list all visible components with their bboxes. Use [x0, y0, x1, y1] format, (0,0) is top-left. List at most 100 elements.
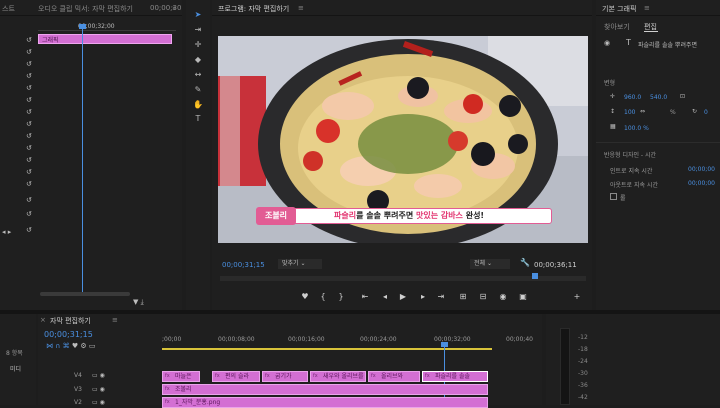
meter-label: -42 — [578, 394, 588, 401]
program-header-divider — [212, 15, 592, 16]
rotation-value[interactable]: 0 — [704, 109, 708, 116]
track-v4-label[interactable]: V4 — [74, 372, 82, 379]
track-select-tool-icon[interactable]: ⇥ — [192, 25, 204, 35]
tab-partial[interactable]: 스트 — [2, 4, 15, 14]
reset-icon[interactable]: ↺ — [26, 196, 32, 204]
subtitle-part: 맛있는 감바스 — [415, 211, 463, 220]
quality-dropdown[interactable]: 전체 ⌄ — [470, 259, 510, 269]
ruler-label: 00;00;40 — [506, 336, 533, 343]
transport-icons[interactable]: ◂ ▸ — [2, 228, 11, 236]
position-icon: ✛ — [610, 93, 616, 100]
reset-icon[interactable]: ↺ — [26, 96, 32, 104]
project-items-count: 8 항목 — [6, 350, 23, 357]
reset-icon[interactable]: ↺ — [26, 108, 32, 116]
reset-icon[interactable]: ↺ — [26, 210, 32, 218]
clip-v4[interactable]: 마늘은 — [162, 371, 200, 382]
program-monitor-tab[interactable]: 프로그램: 자막 편집하기 — [218, 4, 289, 14]
current-timecode[interactable]: 00;00;31;15 — [222, 261, 265, 269]
track-v3-label[interactable]: V3 — [74, 386, 82, 393]
timeline-menu-icon[interactable]: ≡ — [112, 316, 118, 324]
clip-v4-selected[interactable]: 파슬리를 솔솔 — [422, 371, 488, 382]
selection-tool-icon[interactable]: ➤ — [192, 10, 204, 20]
reset-icon[interactable]: ↺ — [26, 84, 32, 92]
insert-icon[interactable]: ⊞ — [456, 292, 470, 301]
wrench-icon[interactable]: 🔧 — [520, 258, 530, 267]
left-scrollbar[interactable] — [40, 292, 130, 296]
filter-icon[interactable]: ▼ ⤓ — [133, 298, 144, 307]
clip-v4[interactable]: 편의 슬라 — [212, 371, 260, 382]
ripple-edit-tool-icon[interactable]: ✛ — [192, 40, 204, 50]
hand-tool-icon[interactable]: ✋ — [192, 100, 204, 110]
outro-duration-value[interactable]: 00;00;00 — [688, 180, 715, 187]
left-playhead-head — [79, 24, 86, 29]
overwrite-icon[interactable]: ⊟ — [476, 292, 490, 301]
type-tool-icon[interactable]: T — [192, 114, 204, 124]
position-y[interactable]: 540.0 — [650, 94, 667, 101]
go-to-in-icon[interactable]: ⇤ — [358, 292, 372, 301]
clip-v2[interactable]: 1_자막_분홍.png — [162, 397, 488, 408]
reset-icon[interactable]: ↺ — [26, 120, 32, 128]
reset-icon[interactable]: ↺ — [26, 180, 32, 188]
meter-label: -36 — [578, 382, 588, 389]
add-button-icon[interactable]: + — [570, 292, 584, 301]
subtitle-tag[interactable]: 조볼리 — [256, 207, 296, 225]
clip-v3[interactable]: 조볼리 — [162, 384, 488, 395]
reset-icon[interactable]: ↺ — [26, 156, 32, 164]
reset-icon[interactable]: ↺ — [26, 132, 32, 140]
close-icon[interactable]: × — [40, 316, 46, 324]
graphic-clip-bar[interactable]: 그래픽 — [38, 34, 172, 44]
intro-duration-value[interactable]: 00;00;00 — [688, 166, 715, 173]
track-v3-controls[interactable]: ▭ ◉ — [92, 386, 105, 393]
panel-menu-icon[interactable]: ≡ — [644, 4, 650, 12]
reset-icon[interactable]: ↺ — [26, 72, 32, 80]
clip-v4[interactable]: 새우와 올리브를 — [310, 371, 366, 382]
reset-icon[interactable]: ↺ — [26, 168, 32, 176]
video-frame[interactable]: 조볼리 파슬리를 솔솔 뿌려주면 맛있는 감바스 완성! — [218, 36, 588, 243]
work-area-bar[interactable] — [162, 348, 492, 350]
scale-lock-icon[interactable]: ⇔ — [640, 108, 645, 115]
export-frame-icon[interactable]: ◉ — [496, 292, 510, 301]
tab-audio-clip-mixer[interactable]: 오디오 클립 믹서: 자막 편집하기 — [38, 4, 133, 14]
go-to-out-icon[interactable]: ⇥ — [434, 292, 448, 301]
roll-checkbox[interactable] — [610, 193, 617, 200]
reset-icon[interactable]: ↺ — [26, 226, 32, 234]
step-back-icon[interactable]: ◂ — [378, 292, 392, 301]
tab-browse[interactable]: 찾아보기 — [604, 22, 630, 32]
position-x[interactable]: 960.0 — [624, 94, 641, 101]
slip-tool-icon[interactable]: ↔ — [192, 70, 204, 80]
scale-unit: % — [670, 109, 676, 116]
program-menu-icon[interactable]: ≡ — [298, 4, 304, 12]
timeline-tab[interactable]: 자막 편집하기 — [50, 316, 91, 326]
pen-tool-icon[interactable]: ✎ — [192, 85, 204, 95]
timeline-timecode[interactable]: 00;00;31;15 — [44, 330, 93, 339]
opacity-value[interactable]: 100.0 % — [624, 125, 649, 132]
step-forward-icon[interactable]: ▸ — [416, 292, 430, 301]
scrubber-playhead[interactable] — [532, 273, 538, 279]
timeline-panel: × 자막 편집하기 ≡ 00;00;31;15 ⋈ ∩ ⌘ ♥ ⚙ ▭ ;00;… — [38, 314, 542, 408]
mark-out-icon[interactable]: } — [334, 292, 348, 301]
camera-icon[interactable]: ▣ — [516, 292, 530, 301]
ruler-label: 00;00;32;00 — [434, 336, 471, 343]
clip-v4[interactable]: 올리브와 — [368, 371, 420, 382]
track-v4-controls[interactable]: ▭ ◉ — [92, 372, 105, 379]
outro-duration-label: 아웃트로 지속 시간 — [610, 182, 658, 189]
essential-graphics-tab[interactable]: 기본 그래픽 — [602, 4, 636, 14]
clip-v4[interactable]: 굽기가 — [262, 371, 308, 382]
subtitle-part: 를 솔솔 뿌려주면 — [356, 211, 416, 220]
reset-icon[interactable]: ↺ — [26, 60, 32, 68]
play-icon[interactable]: ▶ — [396, 292, 410, 301]
panel-expand-icon[interactable]: » — [172, 4, 176, 12]
layer-name[interactable]: 파슬리를 솔솔 뿌려주면 — [638, 40, 697, 49]
reset-icon[interactable]: ↺ — [26, 48, 32, 56]
timeline-tool-icons[interactable]: ⋈ ∩ ⌘ ♥ ⚙ ▭ — [46, 342, 95, 350]
reset-icon[interactable]: ↺ — [26, 144, 32, 152]
timeline-playhead-head[interactable] — [441, 342, 448, 347]
graphics-header-divider — [596, 15, 720, 16]
reset-icon[interactable]: ↺ — [26, 36, 32, 44]
add-marker-icon[interactable]: ♥ — [298, 292, 312, 301]
fit-dropdown[interactable]: 맞추기 ⌄ — [278, 259, 322, 269]
eye-icon[interactable]: ◉ — [604, 39, 610, 47]
razor-tool-icon[interactable]: ◆ — [192, 55, 204, 65]
mark-in-icon[interactable]: { — [316, 292, 330, 301]
scale-value[interactable]: 100 — [624, 109, 635, 116]
